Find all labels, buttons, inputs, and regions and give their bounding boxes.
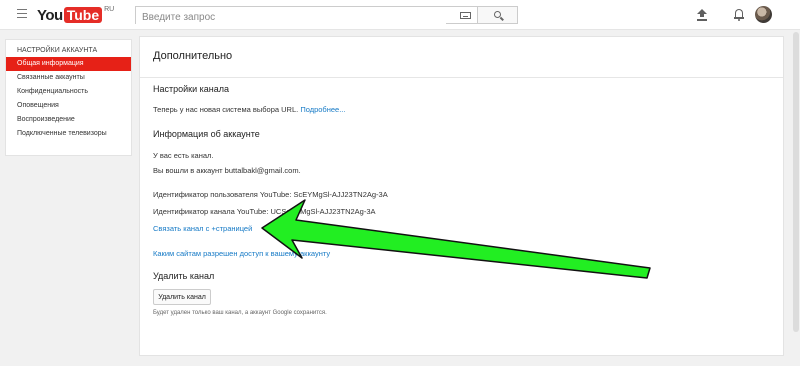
sidebar-item-playback[interactable]: Воспроизведение xyxy=(6,113,131,127)
learn-more-link[interactable]: Подробнее... xyxy=(300,105,345,114)
search-icon xyxy=(494,11,501,18)
notifications-icon[interactable] xyxy=(734,8,744,21)
account-info-heading: Информация об аккаунте xyxy=(153,129,260,139)
settings-sidebar: НАСТРОЙКИ АККАУНТА Общая информация Связ… xyxy=(5,39,132,156)
link-channel-link[interactable]: Связать канал с +страницей xyxy=(153,224,252,233)
search-button[interactable] xyxy=(478,6,518,24)
youtube-logo[interactable]: You Tube RU xyxy=(37,6,115,24)
scroll-thumb[interactable] xyxy=(793,32,799,332)
search-box xyxy=(135,6,478,26)
keyboard-icon[interactable] xyxy=(460,12,471,19)
logo-you-text: You xyxy=(37,6,63,24)
delete-note: Будет удален только ваш канал, а аккаунт… xyxy=(153,310,327,316)
sidebar-item-general[interactable]: Общая информация xyxy=(6,57,131,71)
avatar[interactable] xyxy=(755,6,772,23)
upload-icon[interactable] xyxy=(697,9,707,21)
signed-in-text: Вы вошли в аккаунт buttalbakl@gmail.com. xyxy=(153,166,301,175)
menu-icon[interactable] xyxy=(17,9,27,21)
logo-tube-text: Tube xyxy=(63,7,103,23)
main-panel: Дополнительно Настройки канала Теперь у … xyxy=(139,36,784,356)
channel-settings-heading: Настройки канала xyxy=(153,84,230,94)
logo-region: RU xyxy=(104,6,115,13)
url-system-message: Теперь у нас новая система выбора URL. xyxy=(153,105,299,114)
site-access-link[interactable]: Каким сайтам разрешен доступ к вашему ак… xyxy=(153,249,330,258)
search-input[interactable] xyxy=(136,9,446,26)
title-divider xyxy=(140,77,783,78)
has-channel-text: У вас есть канал. xyxy=(153,151,214,160)
sidebar-item-notifications[interactable]: Оповещения xyxy=(6,99,131,113)
sidebar-title: НАСТРОЙКИ АККАУНТА xyxy=(17,47,98,54)
page-scrollbar[interactable] xyxy=(792,30,800,366)
sidebar-item-linked-accounts[interactable]: Связанные аккаунты xyxy=(6,71,131,85)
url-system-text: Теперь у нас новая система выбора URL. П… xyxy=(153,105,345,114)
page-title: Дополнительно xyxy=(153,50,233,62)
delete-channel-button[interactable]: Удалить канал xyxy=(153,289,211,305)
delete-channel-heading: Удалить канал xyxy=(153,271,215,281)
user-id-text: Идентификатор пользователя YouTube: ScEY… xyxy=(153,190,388,199)
top-bar: You Tube RU xyxy=(0,0,800,30)
sidebar-item-privacy[interactable]: Конфиденциальность xyxy=(6,85,131,99)
sidebar-item-connected-tvs[interactable]: Подключенные телевизоры xyxy=(6,127,131,141)
channel-id-text: Идентификатор канала YouTube: UCScEYMgSl… xyxy=(153,207,376,216)
